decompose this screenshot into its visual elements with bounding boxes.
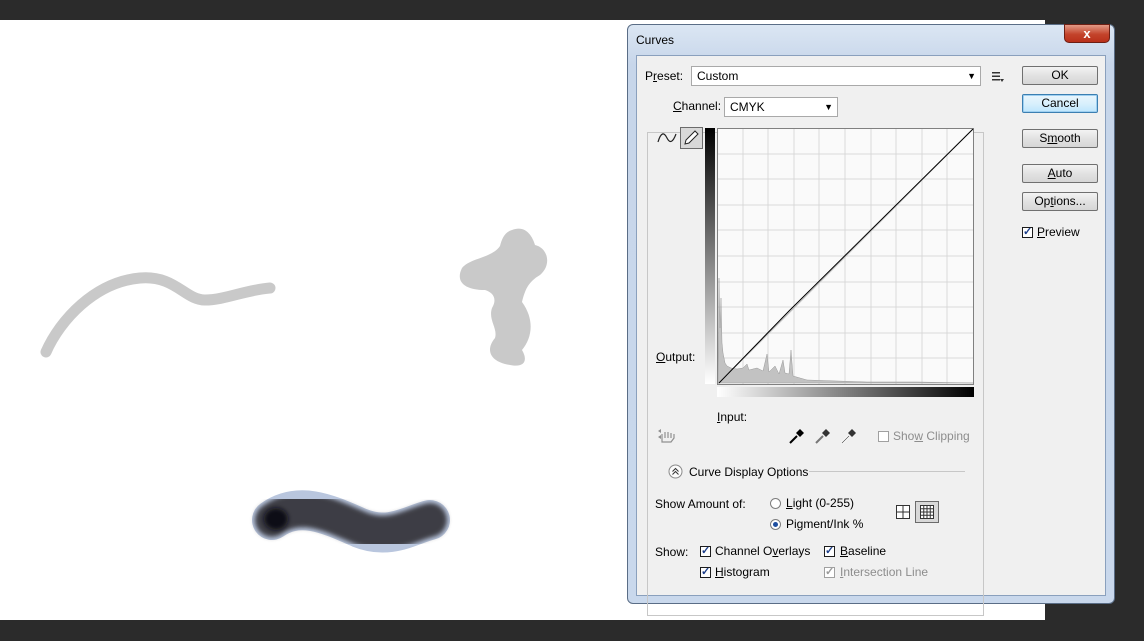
pigment-ink-radio-label: Pigment/Ink % xyxy=(786,517,864,531)
channel-overlays-checkbox[interactable] xyxy=(700,544,711,557)
curve-point-tool-icon[interactable] xyxy=(656,128,678,148)
light-radio-label: Light (0-255) xyxy=(786,496,855,510)
gray-point-eyedropper-icon[interactable] xyxy=(813,428,831,446)
histogram-label: Histogram xyxy=(715,565,770,579)
close-button[interactable]: x xyxy=(1064,24,1110,43)
black-point-eyedropper-icon[interactable] xyxy=(787,428,805,446)
smooth-button[interactable]: Smooth xyxy=(1022,129,1098,148)
preset-options-menu-icon[interactable] xyxy=(991,70,1005,82)
preview-label: Preview xyxy=(1037,225,1080,239)
show-clipping-label: Show Clipping xyxy=(893,429,970,443)
dialog-title: Curves xyxy=(636,33,675,47)
channel-value: CMYK xyxy=(730,100,765,114)
preset-value: Custom xyxy=(697,69,739,83)
curve-graph[interactable] xyxy=(717,128,975,386)
show-amount-label: Show Amount of: xyxy=(655,497,746,511)
channel-dropdown[interactable]: CMYK ▼ xyxy=(724,97,838,117)
pencil-draw-tool-icon[interactable] xyxy=(680,127,703,149)
output-label: Output: xyxy=(656,350,696,364)
preset-dropdown[interactable]: Custom ▼ xyxy=(691,66,981,86)
baseline-label: Baseline xyxy=(840,544,887,558)
histogram-checkbox[interactable] xyxy=(700,565,711,578)
intersection-line-label: Intersection Line xyxy=(840,565,929,579)
baseline-checkbox[interactable] xyxy=(824,544,835,557)
chevron-down-icon: ▼ xyxy=(824,102,833,112)
auto-button[interactable]: Auto xyxy=(1022,164,1098,183)
collapse-chevron-icon[interactable] xyxy=(668,464,683,479)
curve-display-options-label[interactable]: Curve Display Options xyxy=(689,465,808,479)
light-radio[interactable] xyxy=(770,498,781,509)
channel-label: Channel: xyxy=(671,99,724,113)
ok-button[interactable]: OK xyxy=(1022,66,1098,85)
curves-dialog: Curves x Preset: Custom ▼ OK Cancel Smoo… xyxy=(627,24,1115,616)
white-point-eyedropper-icon[interactable] xyxy=(839,428,857,446)
preview-checkbox[interactable] xyxy=(1022,225,1033,238)
simple-grid-icon[interactable] xyxy=(895,504,911,520)
gray-wavy-stroke xyxy=(40,272,276,358)
channel-overlays-label: Channel Overlays xyxy=(715,544,811,558)
preset-label: Preset: xyxy=(645,69,684,83)
gray-blob-stroke xyxy=(459,228,548,366)
dialog-client-area: Preset: Custom ▼ OK Cancel Smooth Auto O… xyxy=(636,55,1106,616)
input-label: Input: xyxy=(717,410,748,424)
input-gradient-bar xyxy=(717,387,974,397)
section-divider xyxy=(809,471,965,472)
pigment-ink-radio[interactable] xyxy=(770,519,781,530)
detailed-grid-icon[interactable] xyxy=(915,501,939,523)
intersection-line-checkbox[interactable] xyxy=(824,565,835,578)
show-label: Show: xyxy=(655,545,689,559)
output-gradient-bar xyxy=(705,128,715,384)
options-button[interactable]: Options... xyxy=(1022,192,1098,211)
cancel-button[interactable]: Cancel xyxy=(1022,94,1098,113)
on-image-adjustment-hand-icon[interactable] xyxy=(657,428,679,446)
show-clipping-checkbox[interactable] xyxy=(878,431,889,442)
chevron-down-icon: ▼ xyxy=(967,71,976,81)
